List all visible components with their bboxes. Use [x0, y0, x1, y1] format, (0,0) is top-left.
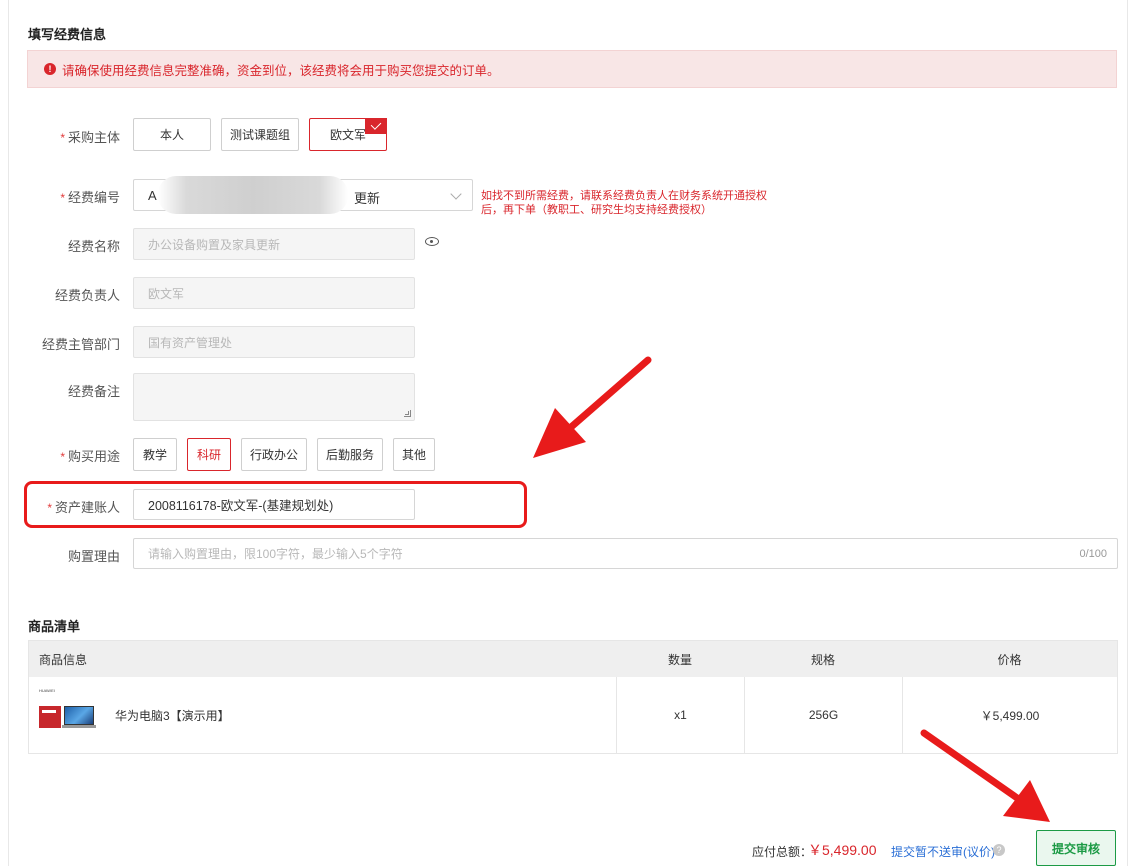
fund-owner-label: 经费负责人: [54, 288, 120, 303]
reason-input[interactable]: 请输入购置理由，限100字符，最少输入5个字符 0/100: [133, 538, 1118, 569]
table-header: 商品信息 数量 规格 价格: [29, 641, 1117, 677]
fund-owner-input: 欧文军: [133, 277, 415, 309]
usage-option-research[interactable]: 科研: [187, 438, 231, 471]
header-price: 价格: [997, 652, 1022, 667]
cell-product: HUAWEI 华为电脑3【演示用】: [29, 677, 616, 753]
total-amount: ￥5,499.00: [808, 842, 877, 858]
purchaser-option-test-group[interactable]: 测试课题组: [221, 118, 299, 151]
cell-price: ￥5,499.00: [902, 677, 1117, 753]
resize-handle-icon[interactable]: [404, 410, 411, 417]
laptop-image: [64, 706, 94, 725]
goods-table: 商品信息 数量 规格 价格 HUAWEI 华为电脑3【演示用】 x1 256G …: [28, 640, 1118, 754]
product-name[interactable]: 华为电脑3【演示用】: [115, 707, 230, 724]
purchaser-label: * 采购主体: [60, 130, 120, 145]
fund-note-textarea[interactable]: [133, 373, 415, 421]
save-without-review-link[interactable]: 提交暂不送审(议价): [891, 843, 995, 860]
asset-owner-label: * 资产建账人: [47, 500, 120, 515]
fund-code-select[interactable]: A 更新: [133, 176, 473, 214]
product-brand: HUAWEI: [39, 688, 55, 693]
usage-option-teaching[interactable]: 教学: [133, 438, 177, 471]
header-quantity: 数量: [667, 652, 692, 667]
fund-dept-label: 经费主管部门: [41, 337, 120, 352]
purchaser-option-label: 欧文军: [329, 128, 366, 142]
total-label: 应付总额：: [752, 845, 813, 859]
exclamation-circle-icon: !: [44, 63, 56, 75]
asset-owner-input[interactable]: 2008116178-欧文军-(基建规划处): [133, 489, 415, 520]
warning-alert: ! 请确保使用经费信息完整准确，资金到位，该经费将会用于购买您提交的订单。: [27, 50, 1117, 88]
goods-list-title: 商品清单: [28, 619, 81, 634]
fund-dept-input: 国有资产管理处: [133, 326, 415, 358]
usage-option-logistics[interactable]: 后勤服务: [317, 438, 383, 471]
product-thumbnail[interactable]: HUAWEI: [39, 688, 96, 734]
usage-label: * 购买用途: [60, 449, 120, 464]
table-row: HUAWEI 华为电脑3【演示用】 x1 256G ￥5,499.00: [29, 677, 1117, 753]
redacted-area: [158, 176, 348, 214]
fund-code-value-prefix: A: [148, 188, 157, 203]
fund-name-label: 经费名称: [67, 239, 120, 254]
cell-spec: 256G: [744, 677, 902, 753]
reason-label: 购置理由: [67, 549, 120, 564]
product-box-image: [39, 706, 61, 728]
reason-placeholder: 请输入购置理由，限100字符，最少输入5个字符: [148, 547, 403, 561]
fund-code-value-suffix: 更新: [354, 191, 381, 206]
reason-counter: 0/100: [1079, 548, 1107, 560]
fund-code-label: * 经费编号: [60, 190, 120, 205]
cell-quantity: x1: [616, 677, 744, 753]
purchaser-option-ou-wenjun[interactable]: 欧文军: [309, 118, 387, 151]
usage-option-admin[interactable]: 行政办公: [241, 438, 307, 471]
purchaser-option-self[interactable]: 本人: [133, 118, 211, 151]
submit-review-button[interactable]: 提交审核: [1036, 830, 1116, 866]
fund-code-hint: 如找不到所需经费，请联系经费负责人在财务系统开通授权后，再下单（教职工、研究生均…: [481, 190, 767, 216]
fund-name-input: 办公设备购置及家具更新: [133, 228, 415, 260]
fund-info-title: 填写经费信息: [28, 27, 107, 42]
laptop-base-image: [62, 725, 96, 728]
header-product-info: 商品信息: [39, 652, 88, 667]
help-icon[interactable]: ?: [993, 844, 1005, 856]
chevron-down-icon: [450, 188, 462, 200]
fund-note-label: 经费备注: [67, 384, 120, 399]
header-spec: 规格: [810, 652, 835, 667]
alert-text: 请确保使用经费信息完整准确，资金到位，该经费将会用于购买您提交的订单。: [62, 63, 500, 78]
checkmark-icon: [365, 118, 387, 134]
usage-option-other[interactable]: 其他: [393, 438, 435, 471]
eye-icon[interactable]: [425, 237, 439, 246]
